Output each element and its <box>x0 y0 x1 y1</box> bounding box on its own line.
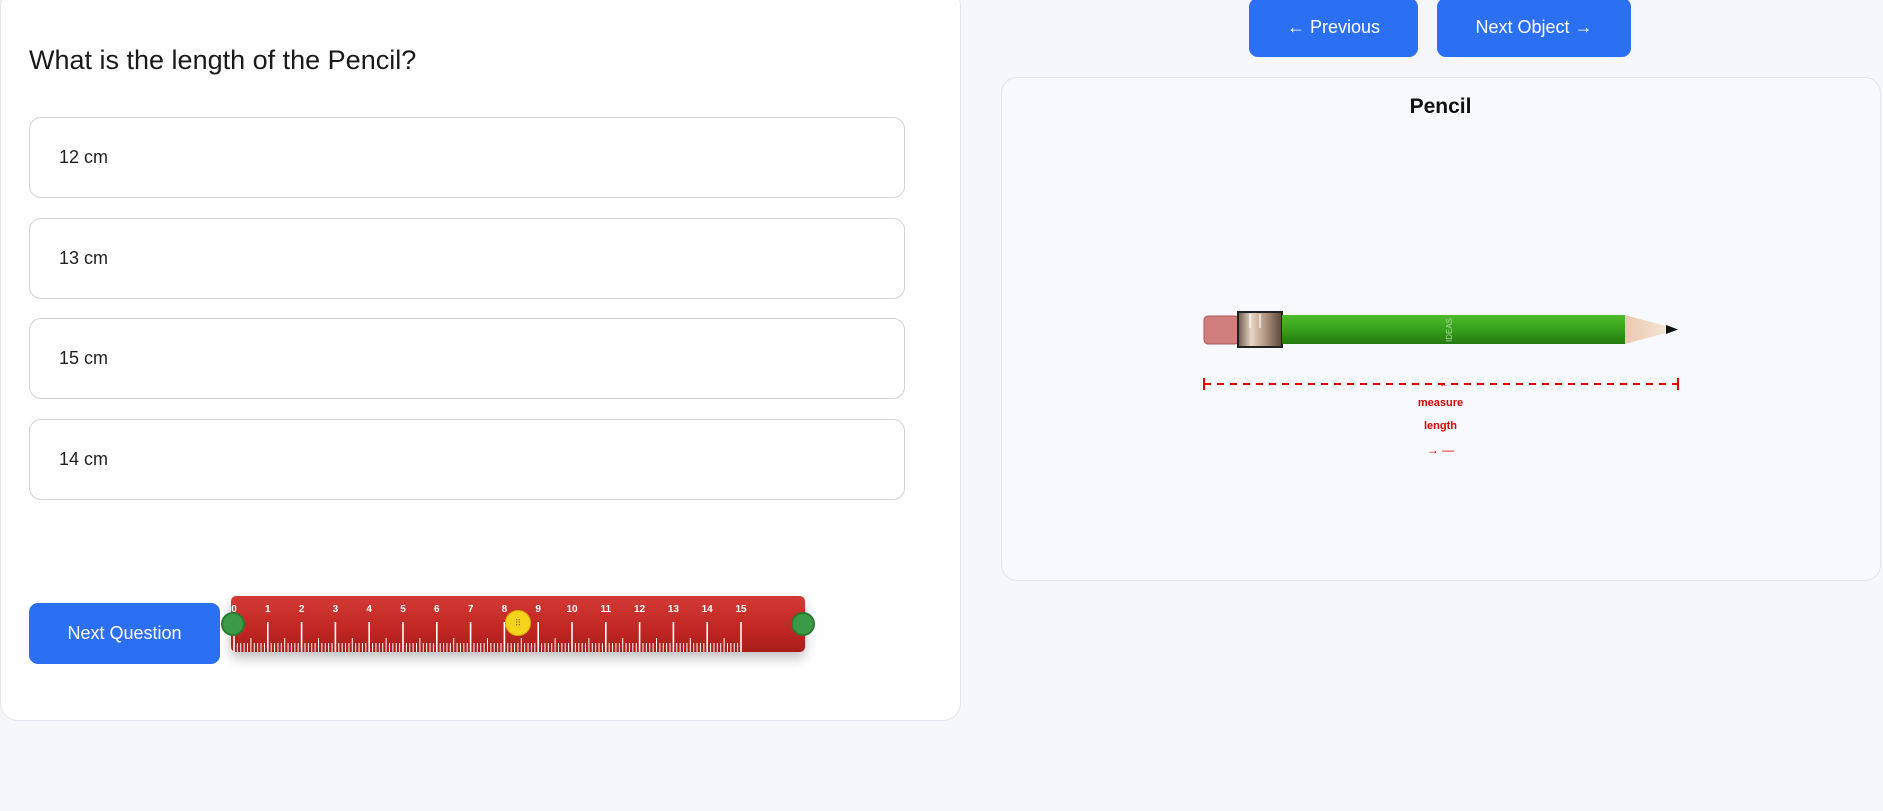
ruler-tick-label: 8 <box>502 604 508 615</box>
previous-button[interactable]: ← Previous <box>1249 0 1418 57</box>
pencil-graphite-tip <box>1666 325 1678 334</box>
answer-option-label: 12 cm <box>59 147 109 167</box>
ruler-tick-label: 15 <box>735 604 747 615</box>
answer-option[interactable]: 14 cm <box>29 419 905 500</box>
ruler-tick-label: 10 <box>566 604 578 615</box>
object-card: Pencil IDEAS ← measure length → — <box>1001 77 1881 581</box>
measure-label: → — <box>1426 443 1455 457</box>
ruler-tick-label: 13 <box>668 604 680 615</box>
ruler-tick-label: 12 <box>634 604 646 615</box>
ruler-tick-label: 2 <box>299 604 305 615</box>
question-title: What is the length of the Pencil? <box>29 45 417 75</box>
next-question-button[interactable]: Next Question <box>29 603 220 664</box>
pencil-brand-text: IDEAS <box>1445 318 1454 342</box>
answer-option[interactable]: 12 cm <box>29 117 905 198</box>
answer-option-label: 15 cm <box>59 348 109 368</box>
answer-option-label: 14 cm <box>59 449 109 469</box>
ruler-tick-label: 3 <box>333 604 339 615</box>
page: What is the length of the Pencil? 12 cm … <box>0 0 1883 811</box>
quiz-panel: What is the length of the Pencil? 12 cm … <box>0 0 961 721</box>
ruler-tick-label: 9 <box>535 604 541 615</box>
measure-label: length <box>1424 420 1457 432</box>
ruler-tick-label: 11 <box>601 604 612 615</box>
ruler-drag-grip-icon[interactable]: ⠿ <box>505 610 531 636</box>
answer-option-label: 13 cm <box>59 248 109 268</box>
ruler-tick-label: 5 <box>400 604 406 615</box>
pencil-illustration: IDEAS ← <box>1203 311 1679 390</box>
ruler-tick-label: 7 <box>468 604 474 615</box>
answer-option[interactable]: 15 cm <box>29 318 905 399</box>
ruler-tick-label: 4 <box>366 604 372 615</box>
ruler-left-handle[interactable] <box>221 612 245 636</box>
next-object-button[interactable]: Next Object → <box>1437 0 1631 57</box>
pencil-wood-tip <box>1625 315 1670 344</box>
ruler-tick-label: 14 <box>702 604 714 615</box>
measure-arrow-icon: ← <box>1439 379 1449 390</box>
ruler[interactable]: 0 1 2 3 4 5 6 7 8 9 10 11 12 13 14 15 ⠿ <box>221 596 815 652</box>
ruler-tick-label: 6 <box>434 604 440 615</box>
pencil-eraser <box>1203 315 1240 345</box>
ruler-right-handle[interactable] <box>791 612 815 636</box>
measure-label: measure <box>1417 397 1464 409</box>
ruler-tick-label: 1 <box>265 604 271 615</box>
answer-option[interactable]: 13 cm <box>29 218 905 299</box>
